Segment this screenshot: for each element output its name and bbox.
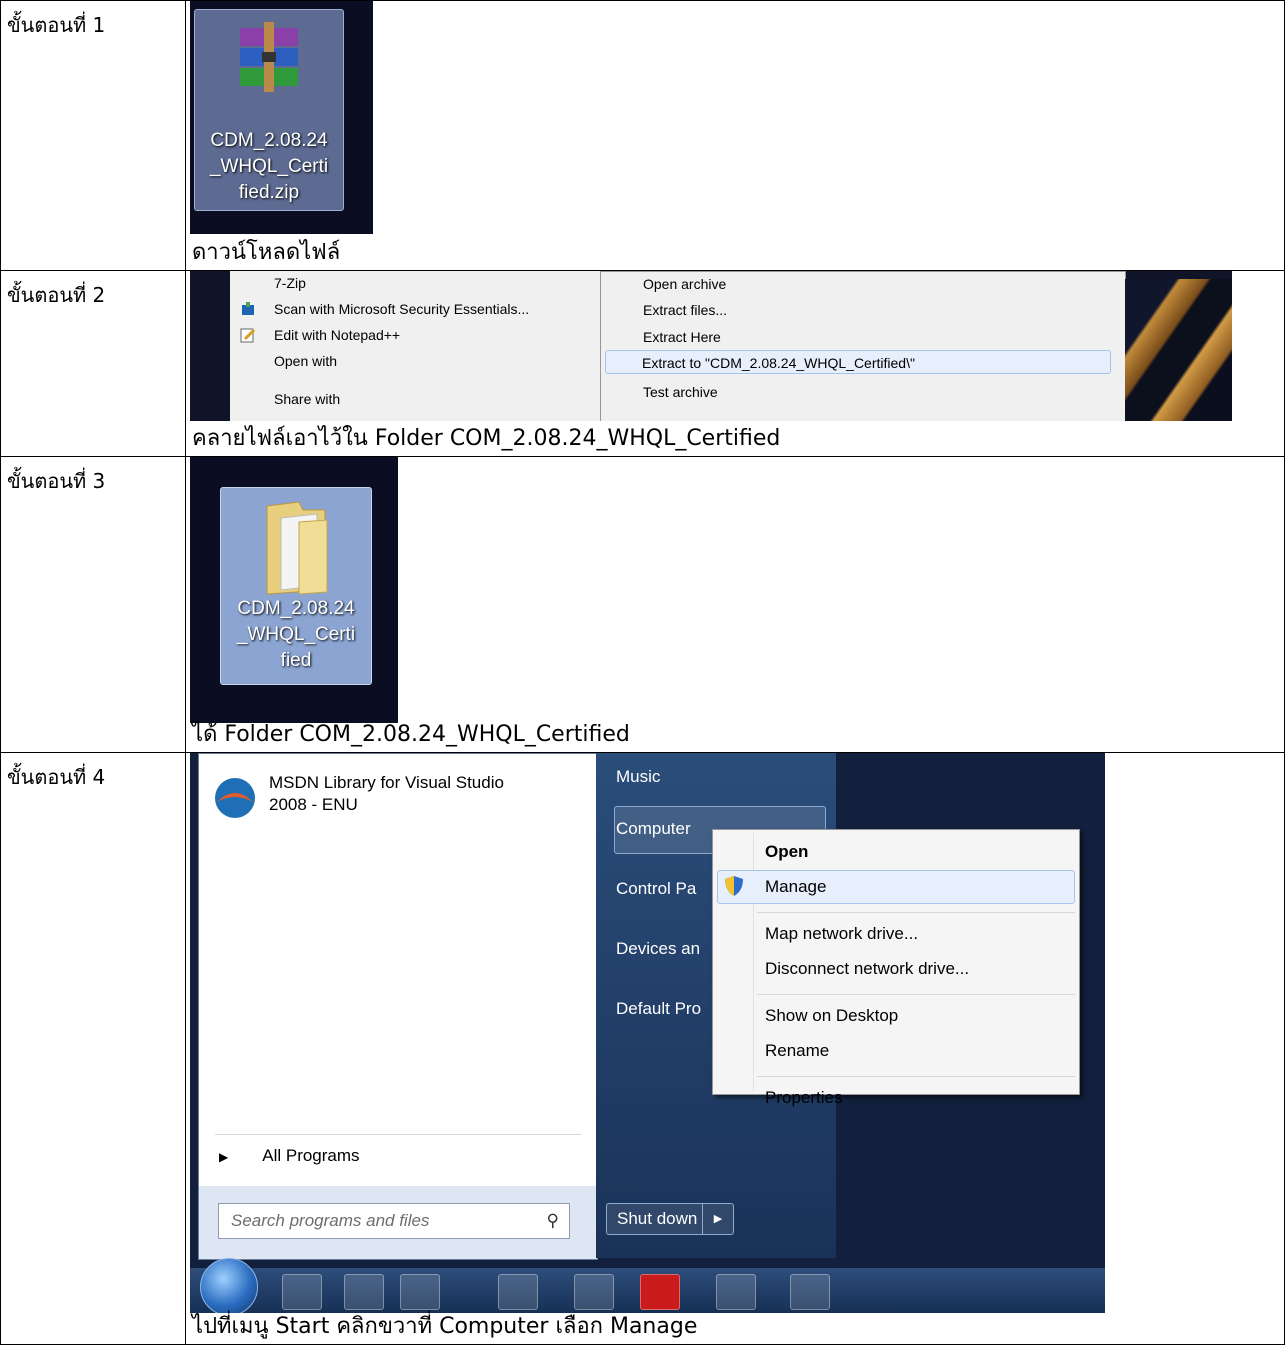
triangle-right-icon: ▶ <box>219 1150 229 1164</box>
desktop-folder-screenshot: CDM_2.08.24 _WHQL_Certi fied <box>190 457 398 723</box>
ctx-manage[interactable]: Manage <box>765 877 826 897</box>
step-2-caption: คลายไฟล์เอาไว้ใน Folder COM_2.08.24_WHQL… <box>192 426 781 451</box>
menu-item-open-with[interactable]: Open with▶ <box>274 349 638 373</box>
ctx-show-on-desktop[interactable]: Show on Desktop <box>765 1006 898 1026</box>
explorer-icon[interactable] <box>344 1274 384 1310</box>
start-menu-screenshot: MSDN Library for Visual Studio 2008 - EN… <box>190 753 1105 1313</box>
step-1-content: CDM_2.08.24 _WHQL_Certi fied.zip ดาวน์โห… <box>185 0 1285 271</box>
taskbar <box>190 1258 1105 1313</box>
start-item-computer[interactable]: Computer <box>616 817 691 841</box>
ctx-map-network-drive[interactable]: Map network drive... <box>765 924 918 944</box>
ctx-properties[interactable]: Properties <box>765 1088 842 1108</box>
step-1-label: ขั้นตอนที่ 1 <box>0 0 186 271</box>
folder-label-line1: CDM_2.08.24 <box>237 598 355 619</box>
folder-icon <box>266 501 328 595</box>
submenu-open-archive[interactable]: Open archive <box>643 272 726 296</box>
7zip-submenu: Open archive Extract files... Extract He… <box>600 271 1126 421</box>
uac-shield-icon <box>725 876 743 896</box>
zip-label-line1: CDM_2.08.24 <box>210 130 328 151</box>
security-essentials-icon <box>242 302 254 315</box>
msdn-library-icon <box>215 778 255 818</box>
shutdown-button[interactable]: Shut down ▶ <box>606 1203 734 1235</box>
paint-icon[interactable] <box>716 1274 756 1310</box>
folder-tile[interactable]: CDM_2.08.24 _WHQL_Certi fied <box>220 487 372 685</box>
zip-label-line3: fied.zip <box>238 182 300 203</box>
zip-file-tile[interactable]: CDM_2.08.24 _WHQL_Certi fied.zip <box>194 9 344 211</box>
menu-item-scan[interactable]: Scan with Microsoft Security Essentials.… <box>274 297 529 321</box>
explorer-context-menu: 7-Zip▶ Scan with Microsoft Security Esse… <box>230 271 626 421</box>
ctx-disconnect-network-drive[interactable]: Disconnect network drive... <box>765 959 969 979</box>
search-icon: ⚲ <box>546 1211 559 1230</box>
step-1-caption: ดาวน์โหลดไฟล์ <box>192 240 341 265</box>
submenu-test-archive[interactable]: Test archive <box>643 380 718 404</box>
start-item-default-programs[interactable]: Default Pro <box>616 997 701 1021</box>
desktop-zip-screenshot: CDM_2.08.24 _WHQL_Certi fied.zip <box>190 1 373 234</box>
zip-label-line2: _WHQL_Certi <box>209 156 329 177</box>
step-4-label: ขั้นตอนที่ 4 <box>0 752 186 1345</box>
program-msdn-library[interactable]: MSDN Library for Visual Studio 2008 - EN… <box>269 772 504 816</box>
menu-item-share-with[interactable]: Share with▶ <box>274 387 638 411</box>
firefox-icon[interactable] <box>498 1274 538 1310</box>
start-search-input[interactable]: Search programs and files ⚲ <box>218 1203 570 1239</box>
step-3-content: CDM_2.08.24 _WHQL_Certi fied ได้ Folder … <box>185 456 1285 753</box>
start-menu-programs-pane: MSDN Library for Visual Studio 2008 - EN… <box>198 753 598 1260</box>
step-2-content: 7-Zip▶ Scan with Microsoft Security Esse… <box>185 270 1285 457</box>
start-item-control-panel[interactable]: Control Pa <box>616 877 696 901</box>
submenu-extract-files[interactable]: Extract files... <box>643 298 727 322</box>
ctx-rename[interactable]: Rename <box>765 1041 829 1061</box>
step-2-label: ขั้นตอนที่ 2 <box>0 270 186 457</box>
step-4-caption: ไปที่เมนู Start คลิกขวาที่ Computer เลือ… <box>192 1314 698 1339</box>
internet-explorer-icon[interactable] <box>282 1274 322 1310</box>
shutdown-arrow-icon: ▶ <box>702 1204 733 1234</box>
opera-icon[interactable] <box>640 1274 680 1310</box>
ctx-open[interactable]: Open <box>765 842 808 862</box>
context-menu-screenshot: 7-Zip▶ Scan with Microsoft Security Esse… <box>190 271 1232 421</box>
notepad-taskbar-icon[interactable] <box>574 1274 614 1310</box>
computer-context-menu: Open Manage Map network drive... Disconn… <box>712 829 1080 1107</box>
start-item-music[interactable]: Music <box>616 765 660 789</box>
start-item-devices[interactable]: Devices an <box>616 937 700 961</box>
media-player-icon[interactable] <box>400 1274 440 1310</box>
step-3-label: ขั้นตอนที่ 3 <box>0 456 186 753</box>
winrar-archive-icon <box>240 22 298 92</box>
step-4-content: MSDN Library for Visual Studio 2008 - EN… <box>185 752 1285 1345</box>
submenu-extract-here[interactable]: Extract Here <box>643 325 721 349</box>
desktop-wallpaper <box>1125 279 1232 421</box>
folder-label-line3: fied <box>280 650 312 671</box>
menu-item-notepadpp[interactable]: Edit with Notepad++ <box>274 323 400 347</box>
remote-desktop-icon[interactable] <box>790 1274 830 1310</box>
folder-label-line2: _WHQL_Certi <box>236 624 356 645</box>
start-orb-icon[interactable] <box>200 1258 258 1313</box>
menu-item-7zip[interactable]: 7-Zip▶ <box>274 272 638 296</box>
submenu-extract-to[interactable]: Extract to "CDM_2.08.24_WHQL_Certified\" <box>605 350 1111 374</box>
step-3-caption: ได้ Folder COM_2.08.24_WHQL_Certified <box>192 722 630 747</box>
all-programs-button[interactable]: ▶ All Programs <box>219 1146 360 1166</box>
notepad-icon <box>240 328 256 343</box>
